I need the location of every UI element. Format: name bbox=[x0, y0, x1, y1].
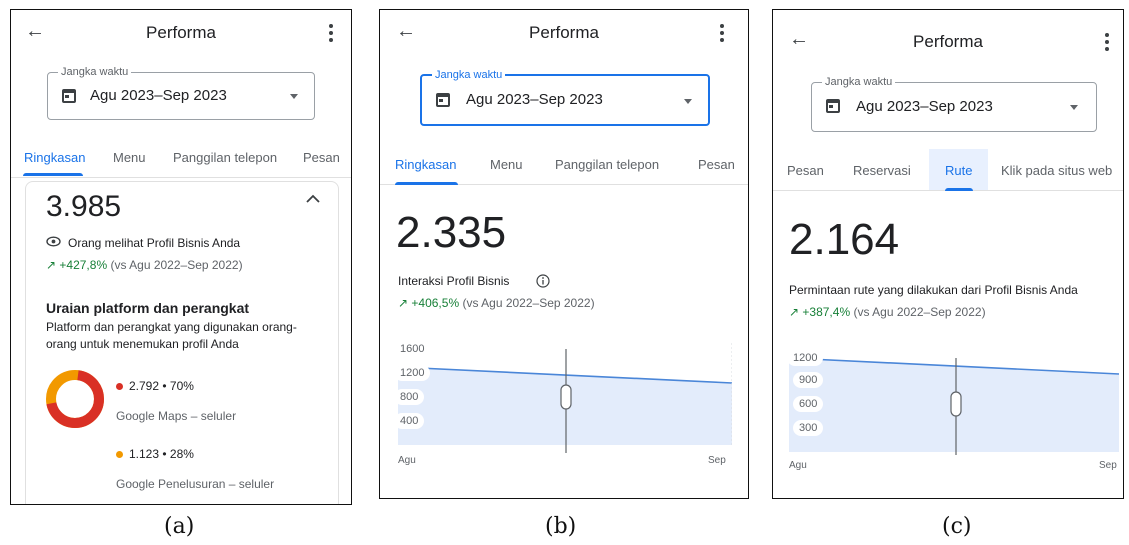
tab-pesan[interactable]: Pesan bbox=[787, 163, 824, 178]
tab-bar: Ringkasan Menu Panggilan telepon Pesan bbox=[380, 143, 748, 185]
page-title: Performa bbox=[529, 23, 599, 42]
app-bar: ← Performa bbox=[380, 10, 748, 56]
app-bar: ← Performa bbox=[11, 10, 351, 56]
y-tick: 1600 bbox=[394, 341, 431, 357]
y-tick: 300 bbox=[793, 420, 824, 436]
tab-ringkasan[interactable]: Ringkasan bbox=[395, 157, 456, 172]
section-title: Uraian platform dan perangkat bbox=[46, 300, 250, 316]
active-tab-indicator bbox=[23, 173, 83, 176]
page-title: Performa bbox=[146, 23, 216, 42]
metric-value: 3.985 bbox=[46, 190, 122, 223]
date-range-value: Agu 2023–Sep 2023 bbox=[90, 87, 227, 104]
date-range-label: Jangka waktu bbox=[822, 76, 896, 88]
dropdown-caret-icon bbox=[1070, 105, 1078, 110]
trending-up-icon: ↗ bbox=[789, 305, 800, 319]
x-axis-end: Sep bbox=[708, 455, 726, 466]
tab-reservasi[interactable]: Reservasi bbox=[853, 163, 911, 178]
caption-b: (b) bbox=[545, 514, 577, 539]
eye-icon bbox=[46, 236, 61, 247]
maps-legend-dot bbox=[116, 383, 123, 390]
calendar-icon bbox=[62, 89, 76, 103]
date-range-field[interactable]: Jangka waktu Agu 2023–Sep 2023 bbox=[47, 66, 315, 120]
delta-row: ↗ +406,5% (vs Agu 2022–Sep 2022) bbox=[398, 296, 595, 310]
calendar-icon bbox=[436, 93, 450, 107]
tab-pesan[interactable]: Pesan bbox=[698, 157, 735, 172]
date-range-label: Jangka waktu bbox=[432, 69, 506, 81]
tab-ringkasan[interactable]: Ringkasan bbox=[24, 150, 85, 165]
trending-up-icon: ↗ bbox=[398, 296, 409, 310]
tab-panggilan-telepon[interactable]: Panggilan telepon bbox=[555, 157, 659, 172]
maps-label: Google Maps – seluler bbox=[116, 409, 237, 423]
tab-rute[interactable]: Rute bbox=[945, 163, 972, 178]
platform-donut-chart bbox=[46, 370, 104, 428]
search-value: 1.123 • 28% bbox=[129, 447, 194, 461]
active-tab-indicator bbox=[395, 182, 458, 185]
calendar-icon bbox=[826, 99, 840, 113]
performance-panel-b: ← Performa Jangka waktu Agu 2023–Sep 202… bbox=[379, 9, 749, 499]
y-tick: 900 bbox=[793, 372, 824, 388]
trending-up-icon: ↗ bbox=[46, 258, 57, 272]
compare-period: (vs Agu 2022–Sep 2022) bbox=[110, 258, 243, 272]
scrubber-handle[interactable] bbox=[560, 384, 572, 410]
chevron-up-icon[interactable] bbox=[306, 194, 320, 204]
tab-bar: Ringkasan Menu Panggilan telepon Pesan bbox=[11, 136, 351, 178]
x-axis-start: Agu bbox=[789, 460, 807, 471]
trend-chart: 1600 1200 800 400 bbox=[394, 341, 732, 473]
more-vert-icon[interactable] bbox=[720, 24, 724, 45]
metric-value: 2.164 bbox=[789, 215, 900, 264]
tab-klik-situs-web[interactable]: Klik pada situs web bbox=[1001, 163, 1112, 178]
tab-bar: Pesan Reservasi Rute Klik pada situs web bbox=[773, 149, 1123, 191]
page-title: Performa bbox=[913, 32, 983, 51]
tab-menu[interactable]: Menu bbox=[490, 157, 523, 172]
tab-menu[interactable]: Menu bbox=[113, 150, 146, 165]
info-icon[interactable] bbox=[536, 274, 550, 288]
compare-period: (vs Agu 2022–Sep 2022) bbox=[853, 305, 986, 319]
compare-period: (vs Agu 2022–Sep 2022) bbox=[462, 296, 595, 310]
delta-value: +387,4% bbox=[802, 305, 851, 319]
summary-card: 3.985 Orang melihat Profil Bisnis Anda ↗… bbox=[25, 181, 339, 504]
tab-panggilan-telepon[interactable]: Panggilan telepon bbox=[173, 150, 277, 165]
caption-a: (a) bbox=[164, 514, 195, 539]
maps-value: 2.792 • 70% bbox=[129, 379, 194, 393]
scrubber-handle[interactable] bbox=[950, 391, 962, 417]
date-range-value: Agu 2023–Sep 2023 bbox=[466, 91, 603, 108]
metric-value: 2.335 bbox=[396, 208, 507, 257]
search-legend-dot bbox=[116, 451, 123, 458]
metric-label: Interaksi Profil Bisnis bbox=[398, 274, 510, 288]
delta-row: ↗ +387,4% (vs Agu 2022–Sep 2022) bbox=[789, 305, 986, 319]
y-tick: 1200 bbox=[394, 365, 431, 381]
date-range-label: Jangka waktu bbox=[58, 66, 132, 78]
y-tick: 400 bbox=[394, 413, 425, 429]
date-range-value: Agu 2023–Sep 2023 bbox=[856, 98, 993, 115]
caption-c: (c) bbox=[942, 514, 972, 539]
more-vert-icon[interactable] bbox=[1105, 33, 1109, 54]
dropdown-caret-icon bbox=[290, 94, 298, 99]
performance-panel-a: ← Performa Jangka waktu Agu 2023–Sep 202… bbox=[10, 9, 352, 505]
metric-label: Permintaan rute yang dilakukan dari Prof… bbox=[789, 283, 1078, 297]
date-range-field[interactable]: Jangka waktu Agu 2023–Sep 2023 bbox=[811, 76, 1097, 132]
more-vert-icon[interactable] bbox=[329, 24, 333, 45]
delta-row: ↗ +427,8% (vs Agu 2022–Sep 2022) bbox=[46, 258, 243, 272]
delta-value: +427,8% bbox=[59, 258, 108, 272]
trend-chart: 1200 900 600 300 bbox=[787, 350, 1119, 470]
date-range-field[interactable]: Jangka waktu Agu 2023–Sep 2023 bbox=[420, 69, 710, 126]
search-label: Google Penelusuran – seluler bbox=[116, 477, 275, 491]
section-desc-line-1: Platform dan perangkat yang digunakan or… bbox=[46, 320, 297, 334]
y-tick: 1200 bbox=[787, 350, 824, 366]
tab-pesan[interactable]: Pesan bbox=[303, 150, 340, 165]
performance-panel-c: ← Performa Jangka waktu Agu 2023–Sep 202… bbox=[772, 9, 1124, 499]
delta-value: +406,5% bbox=[411, 296, 460, 310]
x-axis-start: Agu bbox=[398, 455, 416, 466]
x-axis-end: Sep bbox=[1099, 460, 1117, 471]
active-tab-indicator bbox=[945, 188, 973, 191]
section-desc-line-2: orang untuk menemukan profil Anda bbox=[46, 337, 239, 351]
app-bar: ← Performa bbox=[773, 10, 1123, 56]
y-tick: 800 bbox=[394, 389, 425, 405]
y-tick: 600 bbox=[793, 396, 824, 412]
dropdown-caret-icon bbox=[684, 99, 692, 104]
metric-label: Orang melihat Profil Bisnis Anda bbox=[68, 236, 241, 250]
